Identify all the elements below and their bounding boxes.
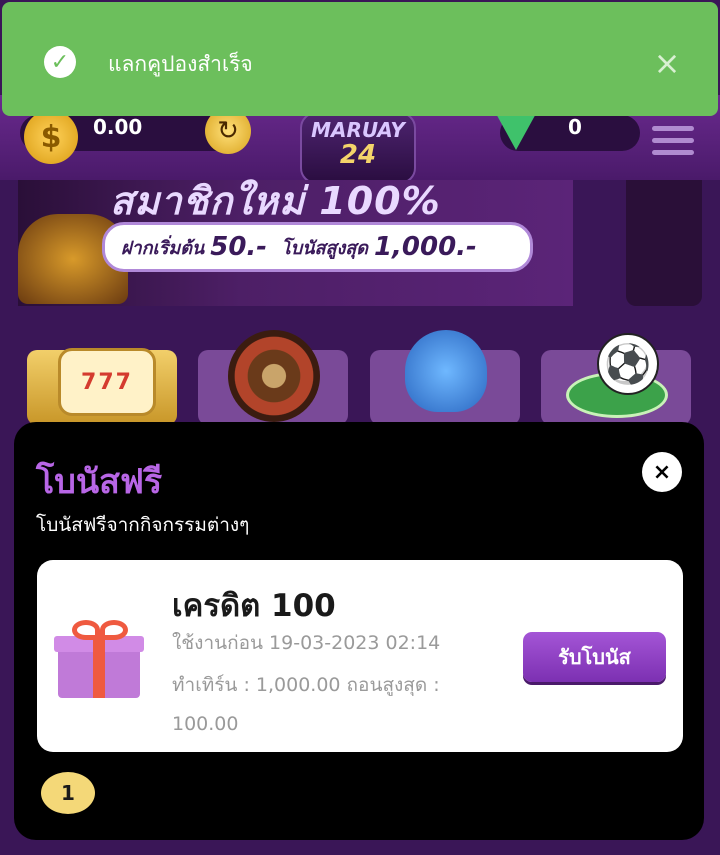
- balance-value: 0.00: [93, 115, 143, 139]
- gem-icon: [494, 110, 538, 150]
- modal-close-button[interactable]: ×: [642, 452, 682, 492]
- banner-strip: ฝากเริ่มต้น 50.- โบนัสสูงสุด 1,000.-: [102, 222, 533, 272]
- claim-bonus-button[interactable]: รับโบนัส: [523, 632, 666, 682]
- gift-box-icon: [54, 620, 144, 698]
- banner-max-label: โบนัสสูงสุด: [281, 237, 368, 259]
- football-icon: ⚽: [597, 333, 659, 395]
- slot-machine-icon: 777: [58, 348, 156, 416]
- toast-message: แลกคูปองสำเร็จ: [108, 52, 253, 76]
- roulette-icon: [228, 330, 320, 422]
- shark-icon: [405, 330, 487, 412]
- side-banner[interactable]: [626, 180, 702, 306]
- banner-deposit-value: 50.-: [210, 232, 268, 262]
- bonus-title: เครดิต 100: [172, 588, 336, 624]
- page-number-badge[interactable]: 1: [41, 772, 95, 814]
- bonus-turnover: ทำเทิร์น : 1,000.00 ถอนสูงสุด : 100.00: [172, 674, 440, 735]
- logo-text-bottom: 24: [339, 140, 377, 170]
- logo-text-top: MARUAY: [311, 118, 405, 142]
- banner-deposit-label: ฝากเริ่มต้น: [121, 237, 205, 259]
- modal-subtitle: โบนัสฟรีจากกิจกรรมต่างๆ: [36, 514, 250, 536]
- dollar-coin-icon: $: [24, 110, 78, 164]
- bonus-expire: ใช้งานก่อน 19-03-2023 02:14: [172, 632, 441, 654]
- modal-title: โบนัสฟรี: [36, 462, 163, 502]
- success-toast: ✓ แลกคูปองสำเร็จ ×: [2, 2, 718, 116]
- gem-count: 0: [568, 115, 582, 139]
- menu-icon[interactable]: [652, 126, 694, 162]
- banner-max-value: 1,000.-: [373, 232, 477, 262]
- check-circle-icon: ✓: [44, 46, 76, 78]
- close-icon[interactable]: ×: [650, 46, 684, 80]
